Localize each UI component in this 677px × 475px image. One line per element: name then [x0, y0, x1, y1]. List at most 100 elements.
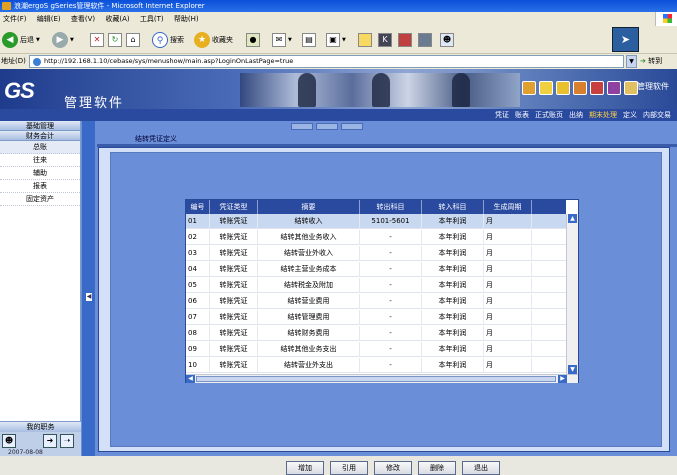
shortcut-icon-3[interactable] [556, 81, 570, 95]
tab-handle-2[interactable] [316, 123, 338, 130]
go-arrow-icon: ➔ [640, 57, 646, 65]
table-cell: - [360, 342, 422, 357]
export-icon[interactable]: ➜ [43, 434, 57, 448]
forward-button[interactable]: ▶ ▼ [52, 30, 74, 50]
vertical-scrollbar[interactable]: ▲ ▼ [566, 214, 578, 374]
sidebar-item-reports[interactable]: 报表 [0, 180, 80, 193]
favorites-button[interactable]: ★ 收藏夹 [194, 30, 233, 50]
folder-icon [358, 33, 372, 47]
nav-link[interactable]: 期末处理 [589, 111, 617, 119]
nav-link[interactable]: 正式账页 [535, 111, 563, 119]
column-header[interactable]: 编号 [186, 200, 210, 214]
shortcut-icon-7[interactable] [624, 81, 638, 95]
my-job-title[interactable]: 我的职务 [0, 422, 81, 432]
table-row[interactable]: 04 转账凭证 结转主营业务成本 - 本年利润月 [186, 262, 566, 277]
exit-button[interactable]: 退出 [462, 461, 500, 475]
nav-link[interactable]: 内部交易 [643, 111, 671, 119]
table-row[interactable]: 01 转账凭证 结转收入 5101-5601 本年利润月 [186, 214, 566, 229]
sidebar-splitter[interactable]: ◀ [81, 121, 95, 456]
shortcut-icon-5[interactable] [590, 81, 604, 95]
table-row[interactable]: 02 转账凭证 结转其他业务收入 - 本年利润月 [186, 230, 566, 245]
menu-view[interactable]: 查看(V) [71, 12, 95, 26]
menu-bar: 文件(F) 编辑(E) 查看(V) 收藏(A) 工具(T) 帮助(H) [0, 12, 677, 26]
back-button[interactable]: ◀ 后退 ▼ [2, 30, 40, 50]
sidebar-item-auxiliary[interactable]: 辅助 [0, 167, 80, 180]
nav-link[interactable]: 账表 [515, 111, 529, 119]
scroll-left-icon[interactable]: ◀ [186, 375, 195, 383]
search-button[interactable]: ⚲ 搜索 [152, 30, 184, 50]
column-header[interactable]: 摘要 [258, 200, 360, 214]
menu-edit[interactable]: 编辑(E) [37, 12, 61, 26]
tool-button-2[interactable] [418, 30, 432, 50]
nav-link[interactable]: 定义 [623, 111, 637, 119]
scroll-up-icon[interactable]: ▲ [568, 214, 577, 223]
address-input[interactable]: http://192.168.1.10/cebase/sys/menushow/… [29, 55, 624, 68]
column-header[interactable]: 凭证类型 [210, 200, 258, 214]
sidebar-item-transactions[interactable]: 往来 [0, 154, 80, 167]
sidebar-footer: 我的职务 ☻ ➜ ➝ 2007-08-08 [0, 421, 81, 456]
address-dropdown-icon[interactable]: ▼ [626, 55, 637, 68]
table-row[interactable]: 10 转账凭证 结转营业外支出 - 本年利润月 [186, 358, 566, 373]
tool-button-1[interactable] [398, 30, 412, 50]
go-button[interactable]: ➔ 转到 [640, 54, 677, 69]
nav-link[interactable]: 凭证 [495, 111, 509, 119]
column-header[interactable]: 转入科目 [422, 200, 484, 214]
column-header[interactable]: 生成周期 [484, 200, 532, 214]
print-button[interactable]: ▤ [302, 30, 316, 50]
folder-button[interactable] [358, 30, 372, 50]
shortcut-icon-2[interactable] [539, 81, 553, 95]
table-row[interactable]: 07 转账凭证 结转管理费用 - 本年利润月 [186, 310, 566, 325]
tab-handle-3[interactable] [341, 123, 363, 130]
table-cell: 本年利润 [422, 310, 484, 325]
tool-button-3[interactable]: ☻ [440, 30, 454, 50]
table-row[interactable]: 03 转账凭证 结转营业外收入 - 本年利润月 [186, 246, 566, 261]
mail-button[interactable]: ✉ ▼ [272, 30, 292, 50]
collapse-arrow-icon[interactable]: ◀ [86, 293, 92, 301]
sidebar-date: 2007-08-08 [8, 449, 43, 456]
sidebar-item-fixed-assets[interactable]: 固定资产 [0, 193, 80, 206]
menu-help[interactable]: 帮助(H) [174, 12, 199, 26]
sidebar-section-basic[interactable]: 基础管理 [0, 121, 80, 131]
tab-handle-1[interactable] [291, 123, 313, 130]
k-icon: K [378, 33, 392, 47]
menu-tools[interactable]: 工具(T) [140, 12, 164, 26]
stop-button[interactable]: ✕ [90, 30, 104, 50]
refresh-button[interactable]: ↻ [108, 30, 122, 50]
edit-page-button[interactable]: ▣ ▼ [326, 30, 346, 50]
table-row[interactable]: 06 转账凭证 结转营业费用 - 本年利润月 [186, 294, 566, 309]
shortcut-icon-6[interactable] [607, 81, 621, 95]
quote-button[interactable]: 引用 [330, 461, 368, 475]
table-cell: 月 [484, 326, 532, 341]
star-icon: ★ [194, 32, 210, 48]
import-icon[interactable]: ➝ [60, 434, 74, 448]
media-button[interactable]: ● [246, 30, 260, 50]
k-button[interactable]: K [378, 30, 392, 50]
horizontal-scrollbar[interactable]: ◀ ▶ [186, 374, 578, 383]
delete-button[interactable]: 删除 [418, 461, 456, 475]
print-icon: ▤ [302, 33, 316, 47]
table-row[interactable]: 05 转账凭证 结转税金及附加 - 本年利润月 [186, 278, 566, 293]
nav-link[interactable]: 出纳 [569, 111, 583, 119]
table-cell: 结转财务费用 [258, 326, 360, 341]
table-row[interactable]: 08 转账凭证 结转财务费用 - 本年利润月 [186, 326, 566, 341]
home-button[interactable]: ⌂ [126, 30, 140, 50]
edit-button[interactable]: 修改 [374, 461, 412, 475]
table-cell: 本年利润 [422, 262, 484, 277]
content-area: 结转凭证定义 编号 凭证类型 摘要 转出科目 转入科目 生成周期 01 转账凭证 结转收入 51… [95, 121, 677, 475]
page-favicon-icon [33, 58, 41, 66]
users-icon[interactable]: ☻ [2, 434, 16, 448]
scroll-down-icon[interactable]: ▼ [568, 365, 577, 374]
column-header[interactable]: 转出科目 [360, 200, 422, 214]
scroll-thumb[interactable] [196, 376, 556, 382]
scroll-right-icon[interactable]: ▶ [558, 375, 567, 383]
shortcut-icon-4[interactable] [573, 81, 587, 95]
sidebar-item-ledger[interactable]: 总账 [0, 141, 80, 154]
shortcut-icon-1[interactable] [522, 81, 536, 95]
menu-file[interactable]: 文件(F) [3, 12, 27, 26]
table-row[interactable]: 09 转账凭证 结转其他业务支出 - 本年利润月 [186, 342, 566, 357]
add-button[interactable]: 增加 [286, 461, 324, 475]
sidebar-section-finance[interactable]: 财务会计 [0, 131, 80, 141]
app-name-right: 管理软件 [637, 82, 669, 91]
menu-favorites[interactable]: 收藏(A) [105, 12, 129, 26]
car-icon [398, 33, 412, 47]
